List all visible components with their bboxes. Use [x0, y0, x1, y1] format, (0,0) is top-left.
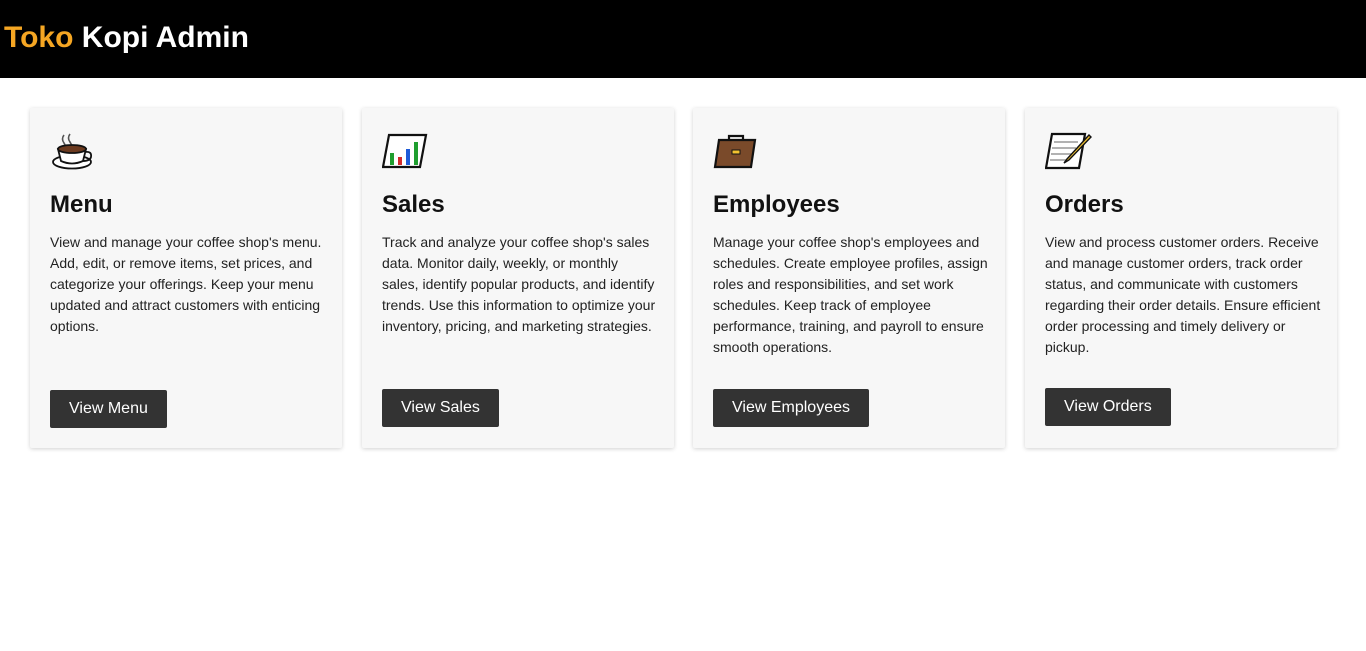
card-title: Sales: [382, 191, 445, 218]
card-description: Track and analyze your coffee shop's sal…: [382, 234, 656, 334]
card-description: Manage your coffee shop's employees and …: [713, 234, 988, 355]
brand-accent: Toko: [4, 21, 74, 54]
view-employees-button[interactable]: View Employees: [713, 389, 869, 427]
employees-card: Employees Manage your coffee shop's empl…: [693, 108, 1005, 448]
view-orders-button[interactable]: View Orders: [1045, 388, 1171, 426]
briefcase-icon: [713, 132, 761, 172]
card-description: View and process customer orders. Receiv…: [1045, 234, 1321, 355]
view-sales-button[interactable]: View Sales: [382, 389, 499, 427]
sales-card: Sales Track and analyze your coffee shop…: [362, 108, 674, 448]
menu-card: Menu View and manage your coffee shop's …: [30, 108, 342, 448]
bar-chart-icon: [381, 132, 430, 172]
orders-card: Orders View and process customer orders.…: [1025, 108, 1337, 448]
brand-name: Kopi Admin: [73, 21, 249, 54]
card-title: Employees: [713, 191, 840, 218]
card-description: View and manage your coffee shop's menu.…: [50, 234, 322, 334]
coffee-cup-icon: [50, 132, 98, 172]
card-title: Menu: [50, 191, 113, 218]
app-title: Toko Kopi Admin: [4, 21, 249, 55]
top-bar: Toko Kopi Admin: [0, 0, 1366, 78]
card-title: Orders: [1045, 191, 1124, 218]
view-menu-button[interactable]: View Menu: [50, 390, 167, 428]
memo-icon: [1044, 132, 1093, 172]
